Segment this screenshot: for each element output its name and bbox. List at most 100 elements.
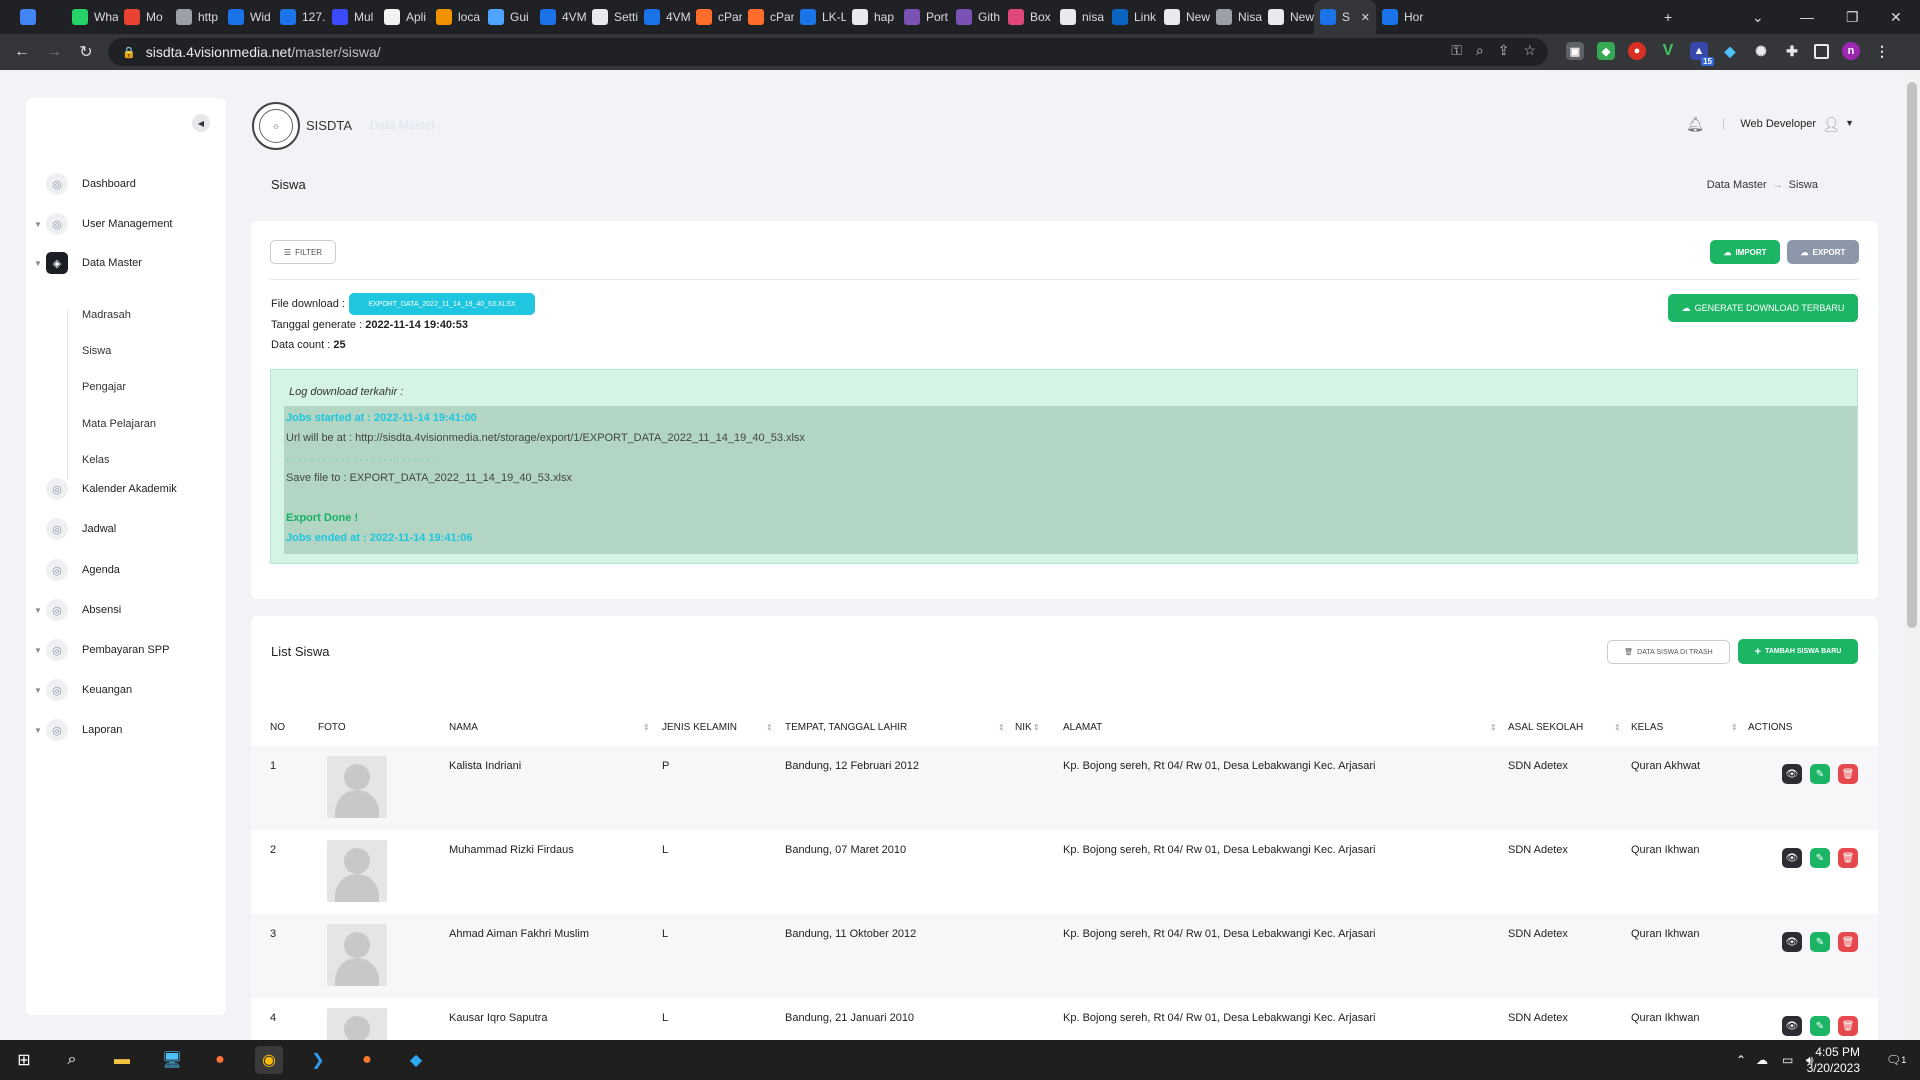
- column-header-no[interactable]: NO: [270, 722, 285, 733]
- firefox-icon[interactable]: ●: [206, 1046, 234, 1074]
- network-app-icon[interactable]: 🖥︎: [158, 1046, 186, 1074]
- sort-icon[interactable]: ⇕: [766, 723, 773, 732]
- column-header-nik[interactable]: NIK: [1015, 722, 1032, 733]
- bookmark-star-icon[interactable]: ☆: [1523, 42, 1536, 59]
- sidebar-item-user-management[interactable]: ▼ ◎ User Management: [26, 210, 226, 238]
- browser-tab[interactable]: Box: [1002, 0, 1054, 34]
- extensions-puzzle-icon[interactable]: ✚: [1783, 42, 1801, 60]
- submenu-item-mata-pelajaran[interactable]: Mata Pelajaran: [82, 418, 156, 430]
- user-menu-chevron-icon[interactable]: ▼: [1845, 118, 1854, 128]
- browser-tab[interactable]: hap: [846, 0, 898, 34]
- browser-tab[interactable]: loca: [430, 0, 482, 34]
- profile-avatar[interactable]: n: [1842, 42, 1860, 60]
- browser-tab[interactable]: Mo: [118, 0, 170, 34]
- restore-button[interactable]: ❐: [1846, 0, 1859, 34]
- add-student-button[interactable]: + TAMBAH SISWA BARU: [1738, 639, 1858, 664]
- generate-download-button[interactable]: ☁ GENERATE DOWNLOAD TERBARU: [1668, 294, 1858, 322]
- sort-icon[interactable]: ⇕: [1614, 723, 1621, 732]
- column-header-nama[interactable]: NAMA: [449, 722, 478, 733]
- sort-icon[interactable]: ⇕: [1033, 723, 1040, 732]
- edit-icon[interactable]: ✎: [1810, 1016, 1830, 1036]
- sidebar-item-keuangan[interactable]: ▼ ◎ Keuangan: [26, 676, 226, 704]
- browser-tab[interactable]: Mul: [326, 0, 378, 34]
- page-scrollbar[interactable]: [1904, 70, 1920, 1040]
- browser-tab[interactable]: Wid: [222, 0, 274, 34]
- sort-icon[interactable]: ⇕: [1490, 723, 1497, 732]
- sidebar-item-data-master[interactable]: ▼ ◈ Data Master: [26, 249, 226, 277]
- reload-button[interactable]: ↻: [70, 36, 102, 68]
- sidebar-item-jadwal[interactable]: ◎ Jadwal: [26, 515, 226, 543]
- sidebar-item-absensi[interactable]: ▼ ◎ Absensi: [26, 596, 226, 624]
- system-clock[interactable]: 4:05 PM 3/20/2023: [1807, 1044, 1860, 1076]
- sidebar-item-laporan[interactable]: ▼ ◎ Laporan: [26, 716, 226, 744]
- close-tab-icon[interactable]: ✕: [1361, 11, 1370, 24]
- delete-icon[interactable]: 🗑︎: [1838, 848, 1858, 868]
- scrollbar-thumb[interactable]: [1907, 82, 1917, 628]
- extension-leaf-icon[interactable]: ◆: [1597, 42, 1615, 60]
- sidebar-item-kalender-akademik[interactable]: ◎ Kalender Akademik: [26, 475, 226, 503]
- postman-icon[interactable]: ●: [353, 1046, 381, 1074]
- submenu-item-madrasah[interactable]: Madrasah: [82, 309, 131, 321]
- view-icon[interactable]: 👁︎: [1782, 932, 1802, 952]
- share-icon[interactable]: ⇪: [1498, 42, 1510, 59]
- browser-tab[interactable]: Link: [1106, 0, 1158, 34]
- view-icon[interactable]: 👁︎: [1782, 764, 1802, 784]
- sidebar-item-agenda[interactable]: ◎ Agenda: [26, 556, 226, 584]
- browser-tab[interactable]: http: [170, 0, 222, 34]
- vscode-icon[interactable]: ❯: [304, 1046, 332, 1074]
- key-icon[interactable]: ⚿: [1451, 42, 1462, 59]
- extension-atom-icon[interactable]: ✺: [1752, 42, 1770, 60]
- browser-tab[interactable]: Wha: [66, 0, 118, 34]
- browser-tab[interactable]: 127.: [274, 0, 326, 34]
- browser-tab[interactable]: Hor: [1376, 0, 1428, 34]
- extension-gem-icon[interactable]: ◆: [1721, 42, 1739, 60]
- kebab-menu-icon[interactable]: ⋮: [1873, 42, 1891, 60]
- extension-screen-icon[interactable]: ▣: [1566, 42, 1584, 60]
- column-header-tempat-tanggal-lahir[interactable]: TEMPAT, TANGGAL LAHIR: [785, 722, 907, 733]
- forward-button[interactable]: →: [38, 36, 70, 68]
- browser-tab[interactable]: S ✕: [1314, 0, 1376, 34]
- sort-icon[interactable]: ⇕: [998, 723, 1005, 732]
- close-window-button[interactable]: ✕: [1890, 0, 1902, 34]
- tray-chevron-icon[interactable]: ⌃: [1736, 1040, 1746, 1080]
- url-bar[interactable]: 🔒 sisdta.4visionmedia.net/master/siswa/ …: [108, 38, 1548, 66]
- side-panel-icon[interactable]: [1814, 43, 1829, 59]
- column-header-foto[interactable]: FOTO: [318, 722, 346, 733]
- app-blue-icon[interactable]: ◆: [402, 1046, 430, 1074]
- sort-icon[interactable]: ⇕: [1731, 723, 1738, 732]
- onedrive-icon[interactable]: ☁: [1756, 1040, 1768, 1080]
- column-header-alamat[interactable]: ALAMAT: [1063, 722, 1102, 733]
- browser-tab[interactable]: Port: [898, 0, 950, 34]
- browser-tab[interactable]: 4VM: [534, 0, 586, 34]
- file-explorer-icon[interactable]: ▬: [108, 1046, 136, 1074]
- search-icon[interactable]: ⌕: [58, 1046, 86, 1074]
- extension-shield-icon[interactable]: ●: [1628, 42, 1646, 60]
- submenu-item-pengajar[interactable]: Pengajar: [82, 381, 126, 393]
- delete-icon[interactable]: 🗑︎: [1838, 764, 1858, 784]
- minimize-button[interactable]: —: [1800, 0, 1814, 34]
- browser-tab[interactable]: New: [1262, 0, 1314, 34]
- browser-tab[interactable]: cPar: [690, 0, 742, 34]
- extension-badge-icon[interactable]: ▲ 15: [1690, 42, 1714, 66]
- file-download-link[interactable]: EXPORT_DATA_2022_11_14_19_40_53.XLSX: [349, 293, 535, 315]
- network-icon[interactable]: ▭: [1782, 1040, 1793, 1080]
- breadcrumb-item-data-master[interactable]: Data Master: [1707, 179, 1767, 191]
- delete-icon[interactable]: 🗑︎: [1838, 932, 1858, 952]
- column-header-asal-sekolah[interactable]: ASAL SEKOLAH: [1508, 722, 1583, 733]
- back-button[interactable]: ←: [6, 36, 38, 68]
- import-button[interactable]: ☁ IMPORT: [1710, 240, 1780, 264]
- tab-search-button[interactable]: ⌄: [1752, 0, 1764, 34]
- notification-bell-icon[interactable]: 🔔︎: [1686, 116, 1704, 133]
- column-header-kelas[interactable]: KELAS: [1631, 722, 1663, 733]
- browser-tab[interactable]: Gui: [482, 0, 534, 34]
- browser-tab[interactable]: nisa: [1054, 0, 1106, 34]
- browser-tab[interactable]: Gith: [950, 0, 1002, 34]
- submenu-item-siswa[interactable]: Siswa: [82, 345, 111, 357]
- new-tab-button[interactable]: +: [1664, 0, 1672, 34]
- delete-icon[interactable]: 🗑︎: [1838, 1016, 1858, 1036]
- submenu-item-kelas[interactable]: Kelas: [82, 454, 110, 466]
- chrome-icon[interactable]: ◉: [255, 1046, 283, 1074]
- edit-icon[interactable]: ✎: [1810, 764, 1830, 784]
- sidebar-collapse-button[interactable]: ◀: [192, 114, 210, 132]
- filter-button[interactable]: ☰ FILTER: [270, 240, 336, 264]
